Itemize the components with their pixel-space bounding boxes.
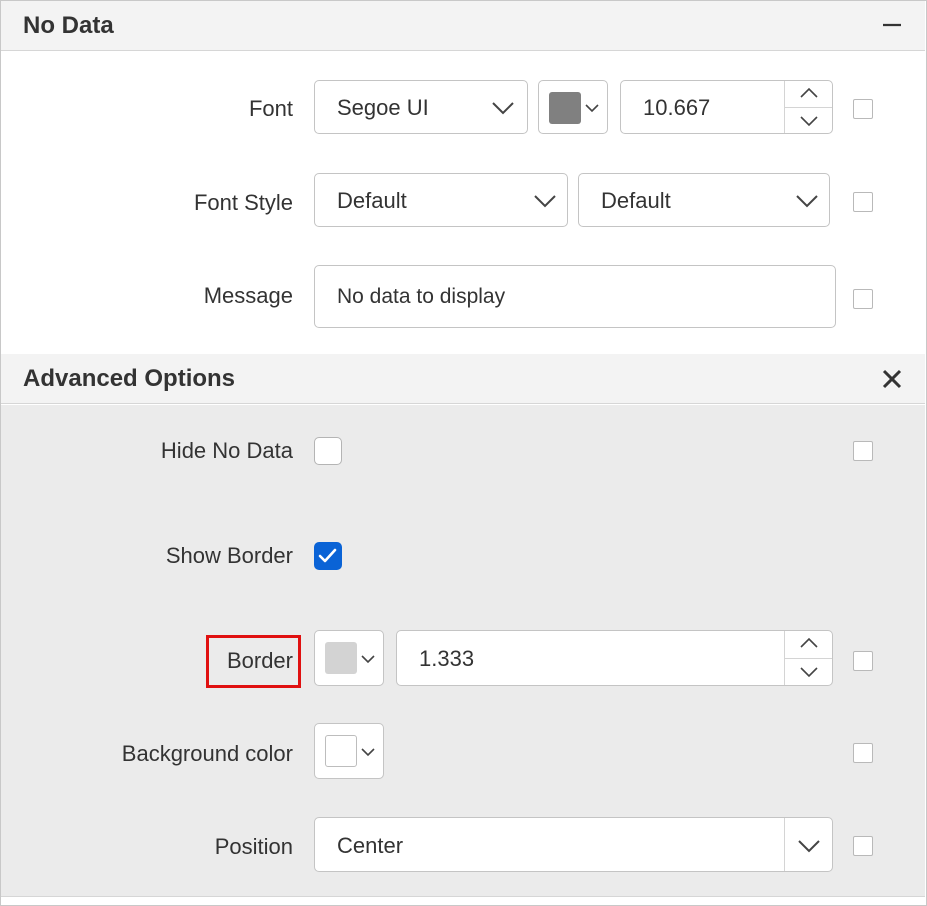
message-value: No data to display [337, 285, 506, 308]
background-color-picker[interactable] [314, 723, 384, 779]
hide-no-data-checkbox[interactable] [314, 437, 342, 465]
border-width-numeric[interactable]: 1.333 [396, 630, 833, 686]
chevron-down-icon [796, 195, 818, 208]
message-option-checkbox[interactable] [853, 289, 873, 309]
advanced-options-section-title: Advanced Options [23, 365, 236, 392]
show-border-label: Show Border [165, 543, 293, 568]
position-dropdown[interactable]: Center [314, 817, 833, 872]
advanced-options-section-header[interactable]: Advanced Options [1, 354, 925, 404]
border-color-picker[interactable] [314, 630, 384, 686]
no-data-section-title: No Data [23, 12, 114, 39]
font-style-label: Font Style [193, 190, 293, 215]
border-color-swatch [325, 642, 357, 674]
font-style-dropdown[interactable]: Default [314, 173, 568, 227]
position-label: Position [214, 834, 293, 859]
chevron-down-icon[interactable] [797, 839, 821, 853]
font-option-checkbox[interactable] [853, 99, 873, 119]
background-color-label: Background color [121, 741, 293, 766]
decrement-icon[interactable] [785, 659, 833, 685]
minus-icon[interactable] [879, 13, 905, 39]
increment-icon[interactable] [785, 81, 833, 107]
border-width-value: 1.333 [419, 646, 475, 671]
border-option-checkbox[interactable] [853, 651, 873, 671]
chevron-down-icon [361, 748, 375, 757]
font-size-value: 10.667 [643, 95, 711, 120]
hide-no-data-option-checkbox[interactable] [853, 441, 873, 461]
decrement-icon[interactable] [785, 108, 833, 134]
font-weight-dropdown[interactable]: Default [578, 173, 830, 227]
font-style-value: Default [337, 188, 407, 213]
chevron-down-icon [534, 195, 556, 208]
close-icon[interactable] [879, 366, 905, 392]
font-style-option-checkbox[interactable] [853, 192, 873, 212]
chevron-down-icon [361, 655, 375, 664]
border-label-highlight [206, 635, 301, 688]
background-color-swatch [325, 735, 357, 767]
font-color-picker[interactable] [538, 80, 608, 134]
font-color-swatch [549, 92, 581, 124]
position-option-checkbox[interactable] [853, 836, 873, 856]
chevron-down-icon [585, 104, 599, 113]
font-size-numeric[interactable]: 10.667 [620, 80, 833, 134]
show-border-checkbox[interactable] [314, 542, 342, 570]
message-input[interactable]: No data to display [314, 265, 836, 328]
position-value: Center [337, 833, 404, 858]
background-color-option-checkbox[interactable] [853, 743, 873, 763]
checkmark-icon [318, 548, 337, 563]
font-weight-value: Default [601, 188, 671, 213]
font-family-value: Segoe UI [337, 95, 429, 120]
no-data-section-header[interactable]: No Data [1, 1, 925, 51]
message-label: Message [203, 283, 293, 308]
hide-no-data-label: Hide No Data [160, 438, 293, 463]
increment-icon[interactable] [785, 631, 833, 657]
font-label: Font [248, 96, 293, 121]
font-family-dropdown[interactable]: Segoe UI [314, 80, 528, 134]
chevron-down-icon [492, 102, 514, 115]
